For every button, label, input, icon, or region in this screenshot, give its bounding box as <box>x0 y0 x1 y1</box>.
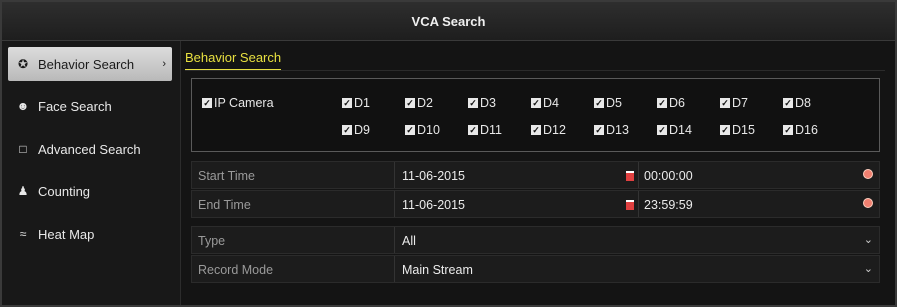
calendar-icon[interactable] <box>626 171 634 181</box>
checkbox-checked-icon: ✓ <box>594 98 604 108</box>
sidebar-item-label: Heat Map <box>38 226 95 242</box>
start-time-label: Start Time <box>198 169 255 183</box>
vca-search-window: VCA Search ✪ Behavior Search › ☻ Face Se… <box>0 0 897 307</box>
checkbox-checked-icon: ✓ <box>720 125 730 135</box>
tab-behavior-search[interactable]: Behavior Search <box>185 50 282 71</box>
channel-checkbox-d16[interactable]: ✓ D16 <box>783 123 818 137</box>
channel-checkbox-d5[interactable]: ✓ D5 <box>594 96 622 110</box>
running-person-icon: ✪ <box>17 57 29 71</box>
end-date-field[interactable]: 11-06-2015 <box>402 198 465 212</box>
channel-checkbox-d9[interactable]: ✓ D9 <box>342 123 370 137</box>
checkbox-checked-icon: ✓ <box>531 125 541 135</box>
end-time-label: End Time <box>198 198 251 212</box>
checkbox-checked-icon: ✓ <box>405 125 415 135</box>
people-icon: ♟ <box>17 184 29 198</box>
channel-label: D13 <box>606 123 629 137</box>
divider <box>638 162 639 188</box>
checkbox-checked-icon: ✓ <box>202 98 212 108</box>
start-time-row: Start Time 11-06-2015 00:00:00 <box>191 161 880 189</box>
channel-checkbox-d10[interactable]: ✓ D10 <box>405 123 440 137</box>
type-select[interactable]: All <box>402 234 416 248</box>
checkbox-checked-icon: ✓ <box>720 98 730 108</box>
checkbox-checked-icon: ✓ <box>405 98 415 108</box>
divider <box>394 227 395 253</box>
channel-checkbox-d15[interactable]: ✓ D15 <box>720 123 755 137</box>
checkbox-checked-icon: ✓ <box>342 98 352 108</box>
chevron-right-icon: › <box>162 58 166 70</box>
checkbox-checked-icon: ✓ <box>342 125 352 135</box>
sidebar-item-advanced-search[interactable]: □ Advanced Search <box>8 132 172 166</box>
checkbox-label: IP Camera <box>214 96 274 110</box>
divider <box>638 191 639 217</box>
channel-label: D9 <box>354 123 370 137</box>
channel-label: D16 <box>795 123 818 137</box>
channel-label: D8 <box>795 96 811 110</box>
sidebar-item-behavior-search[interactable]: ✪ Behavior Search › <box>8 47 172 81</box>
channel-checkbox-d11[interactable]: ✓ D11 <box>468 123 502 137</box>
channel-label: D12 <box>543 123 566 137</box>
checkbox-checked-icon: ✓ <box>657 98 667 108</box>
checkbox-checked-icon: ✓ <box>783 125 793 135</box>
sidebar-item-counting[interactable]: ♟ Counting <box>8 174 172 208</box>
channel-checkbox-d2[interactable]: ✓ D2 <box>405 96 433 110</box>
divider <box>394 162 395 188</box>
checkbox-checked-icon: ✓ <box>594 125 604 135</box>
tab-underline-divider <box>185 70 885 71</box>
checkbox-checked-icon: ✓ <box>468 98 478 108</box>
sidebar-item-face-search[interactable]: ☻ Face Search <box>8 89 172 123</box>
channel-label: D6 <box>669 96 685 110</box>
type-label: Type <box>198 234 226 248</box>
checkbox-checked-icon: ✓ <box>783 98 793 108</box>
clock-icon[interactable] <box>863 169 873 179</box>
sidebar: ✪ Behavior Search › ☻ Face Search □ Adva… <box>2 41 181 305</box>
window-title: VCA Search <box>2 2 895 41</box>
channel-label: D1 <box>354 96 370 110</box>
divider <box>394 256 395 282</box>
sidebar-item-label: Counting <box>38 183 91 199</box>
channel-label: D7 <box>732 96 748 110</box>
channel-checkbox-d4[interactable]: ✓ D4 <box>531 96 559 110</box>
face-icon: ☻ <box>16 99 30 113</box>
channel-selector: ✓ IP Camera ✓ D1 ✓ D2 ✓ D3 ✓ D4 ✓ D5 ✓ D… <box>191 78 880 152</box>
channel-checkbox-d8[interactable]: ✓ D8 <box>783 96 811 110</box>
chevron-down-icon[interactable]: ⌄ <box>864 233 873 246</box>
sidebar-item-label: Advanced Search <box>38 141 141 157</box>
start-time-field[interactable]: 00:00:00 <box>644 169 693 183</box>
channel-label: D5 <box>606 96 622 110</box>
checkbox-checked-icon: ✓ <box>657 125 667 135</box>
channel-checkbox-d7[interactable]: ✓ D7 <box>720 96 748 110</box>
channel-checkbox-d3[interactable]: ✓ D3 <box>468 96 496 110</box>
clock-icon[interactable] <box>863 198 873 208</box>
scan-icon: □ <box>19 142 27 156</box>
channel-label: D4 <box>543 96 559 110</box>
end-time-field[interactable]: 23:59:59 <box>644 198 693 212</box>
channel-label: D11 <box>480 123 503 137</box>
ip-camera-checkbox[interactable]: ✓ IP Camera <box>202 96 274 110</box>
channel-label: D10 <box>417 123 440 137</box>
channel-checkbox-d13[interactable]: ✓ D13 <box>594 123 629 137</box>
sidebar-item-label: Behavior Search <box>38 56 135 72</box>
calendar-icon[interactable] <box>626 200 634 210</box>
channel-label: D14 <box>669 123 692 137</box>
divider <box>394 191 395 217</box>
channel-label: D3 <box>480 96 496 110</box>
chevron-down-icon[interactable]: ⌄ <box>864 262 873 275</box>
channel-label: D2 <box>417 96 433 110</box>
heatmap-icon: ≈ <box>19 227 27 241</box>
channel-checkbox-d14[interactable]: ✓ D14 <box>657 123 692 137</box>
record-mode-row: Record Mode Main Stream ⌄ <box>191 255 880 283</box>
channel-checkbox-d12[interactable]: ✓ D12 <box>531 123 566 137</box>
end-time-row: End Time 11-06-2015 23:59:59 <box>191 190 880 218</box>
channel-label: D15 <box>732 123 755 137</box>
type-row: Type All ⌄ <box>191 226 880 254</box>
record-mode-select[interactable]: Main Stream <box>402 263 473 277</box>
checkbox-checked-icon: ✓ <box>468 125 478 135</box>
checkbox-checked-icon: ✓ <box>531 98 541 108</box>
sidebar-item-heat-map[interactable]: ≈ Heat Map <box>8 217 172 251</box>
channel-checkbox-d1[interactable]: ✓ D1 <box>342 96 370 110</box>
start-date-field[interactable]: 11-06-2015 <box>402 169 465 183</box>
record-mode-label: Record Mode <box>198 263 274 277</box>
sidebar-item-label: Face Search <box>38 98 112 114</box>
channel-checkbox-d6[interactable]: ✓ D6 <box>657 96 685 110</box>
